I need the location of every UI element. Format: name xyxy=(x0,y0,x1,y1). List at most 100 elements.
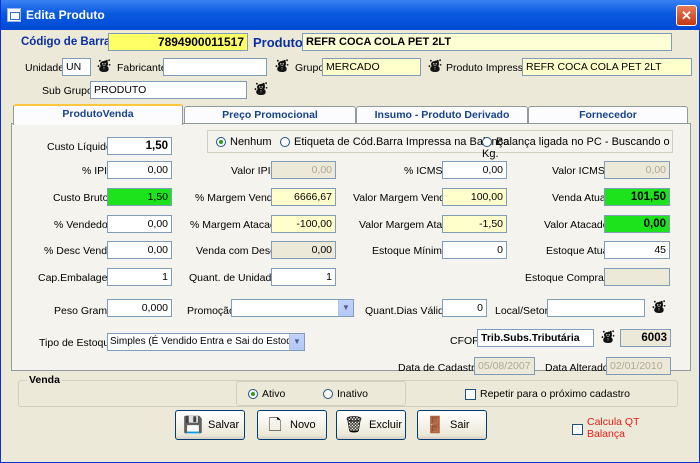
custo-bruto-label: Custo Bruto xyxy=(53,192,109,204)
group-field[interactable]: MERCADO xyxy=(322,58,421,76)
window-icon xyxy=(7,8,21,22)
data-alterado-label: Data Alterado xyxy=(545,362,609,374)
valor-ipi-field[interactable]: 0,00 xyxy=(271,161,336,179)
barcode-label: Código de Barra xyxy=(21,36,111,48)
peso-grama-label: Peso Grama xyxy=(54,305,113,317)
estoque-atual-label: Estoque Atual xyxy=(546,245,611,257)
promocao-label: Promoção xyxy=(187,305,235,317)
local-setor-field[interactable] xyxy=(547,299,645,317)
desc-venda-label: % Desc Venda xyxy=(44,245,113,257)
tipo-estoque-select[interactable]: Simples (É Vendido Entra e Sai do Estoqu… xyxy=(107,333,305,351)
radio-balanca-pc[interactable]: Balança ligada no PC - Buscando o Kg. xyxy=(482,136,672,160)
data-cadastro-field[interactable]: 05/08/2007 xyxy=(474,357,535,375)
quant-unidade-field[interactable]: 1 xyxy=(271,268,336,286)
radio-checked-icon xyxy=(248,389,258,400)
blank-page-icon: 🗋 xyxy=(268,417,282,434)
valor-margem-venda-label: Valor Margem Venda xyxy=(353,192,451,204)
search-cfop-binoculars-icon[interactable]: ⛇ xyxy=(597,328,619,348)
title-bar[interactable]: Edita Produto ✕ xyxy=(1,0,700,30)
radio-etiqueta-label: Etiqueta de Cód.Barra Impressa na Balanç… xyxy=(294,136,510,148)
radio-inativo[interactable]: Inativo xyxy=(323,388,368,400)
print-name-field[interactable]: REFR COCA COLA PET 2LT xyxy=(522,58,692,76)
calcula-qt-label: Calcula QT Balança xyxy=(587,416,640,440)
radio-nenhum-label: Nenhum xyxy=(230,136,272,148)
radio-ativo[interactable]: Ativo xyxy=(248,388,285,400)
calcula-qt-checkbox[interactable] xyxy=(572,424,583,435)
margem-atacado-field[interactable]: -100,00 xyxy=(271,215,336,233)
icms-field[interactable]: 0,00 xyxy=(442,161,507,179)
estoque-comprado-label: Estoque Comprado xyxy=(525,272,616,284)
tab-strip: ProdutoVenda Preço Promocional Insumo - … xyxy=(11,104,691,125)
venda-com-desc-label: Venda com Desc. xyxy=(196,245,279,257)
search-unit-binoculars-icon[interactable]: ⛇ xyxy=(93,57,115,77)
barcode-field[interactable]: 7894900011517 xyxy=(108,33,248,51)
venda-atual-label: Venda Atual xyxy=(552,192,609,204)
search-group-binoculars-icon[interactable]: ⛇ xyxy=(424,57,446,77)
calcula-qt-line2: Balança xyxy=(587,428,625,440)
ipi-label: % IPI xyxy=(82,165,108,177)
save-button-label: Salvar xyxy=(208,419,240,431)
unit-label: Unidade xyxy=(25,62,65,74)
promocao-select[interactable]: ▼ xyxy=(231,299,354,317)
radio-etiqueta[interactable]: Etiqueta de Cód.Barra Impressa na Balanç… xyxy=(280,136,509,148)
dropdown-arrow-icon[interactable]: ▼ xyxy=(338,300,353,316)
dropdown-arrow-icon[interactable]: ▼ xyxy=(289,334,304,350)
venda-atual-field[interactable]: 101,50 xyxy=(604,188,670,206)
group-label: Grupo xyxy=(295,62,325,74)
peso-grama-field[interactable]: 0,000 xyxy=(107,299,172,317)
tab-fornecedor[interactable]: Fornecedor xyxy=(528,106,688,124)
save-button[interactable]: 💾 Salvar xyxy=(175,410,245,440)
tab-produto-venda[interactable]: ProdutoVenda xyxy=(13,104,183,125)
exit-button[interactable]: 🚪 Sair xyxy=(417,410,487,440)
estoque-comprado-field[interactable] xyxy=(604,268,670,286)
exit-button-label: Sair xyxy=(450,419,470,431)
cap-embalagem-field[interactable]: 1 xyxy=(107,268,172,286)
checkbox-icon xyxy=(465,388,476,400)
search-subgroup-binoculars-icon[interactable]: ⛇ xyxy=(250,80,272,100)
quant-unidade-label: Quant. de Unidade xyxy=(189,272,278,284)
venda-group-title: Venda xyxy=(27,374,62,386)
custo-liquido-field[interactable]: 1,50 xyxy=(107,137,172,155)
subgroup-label: Sub Grupo xyxy=(42,85,93,97)
valor-atacado-field[interactable]: 0,00 xyxy=(604,215,670,233)
valor-margem-atac-label: Valor Margem Atac xyxy=(359,219,448,231)
repetir-checkbox[interactable]: Repetir para o próximo cadastro xyxy=(465,388,630,400)
ipi-field[interactable]: 0,00 xyxy=(107,161,172,179)
radio-ativo-label: Ativo xyxy=(262,388,286,400)
local-setor-label: Local/Setor xyxy=(495,305,549,317)
quant-dias-field[interactable]: 0 xyxy=(442,299,487,317)
tab-insumo-produto-derivado[interactable]: Insumo - Produto Derivado xyxy=(356,106,528,124)
tab-preco-promocional[interactable]: Preço Promocional xyxy=(184,106,356,124)
data-alterado-field[interactable]: 02/01/2010 xyxy=(606,357,671,375)
estoque-atual-field[interactable]: 45 xyxy=(604,241,670,259)
valor-margem-venda-field[interactable]: 100,00 xyxy=(442,188,507,206)
unit-field[interactable]: UN xyxy=(62,58,91,76)
new-button-label: Novo xyxy=(290,419,316,431)
radio-nenhum[interactable]: Nenhum xyxy=(216,136,272,148)
maker-field[interactable] xyxy=(163,58,267,76)
cfop-code-field[interactable]: 6003 xyxy=(620,329,671,347)
radio-unchecked-icon xyxy=(482,137,492,148)
product-name-field[interactable]: REFR COCA COLA PET 2LT xyxy=(302,33,672,51)
calcula-qt-line1: Calcula QT xyxy=(587,416,640,428)
custo-bruto-field[interactable]: 1,50 xyxy=(107,188,172,206)
floppy-disk-icon: 💾 xyxy=(183,417,203,434)
valor-margem-atac-field[interactable]: -1,50 xyxy=(442,215,507,233)
estoque-minimo-field[interactable]: 0 xyxy=(442,241,507,259)
desc-venda-field[interactable]: 0,00 xyxy=(107,241,172,259)
cfop-label: CFOP xyxy=(450,335,480,347)
new-button[interactable]: 🗋 Novo xyxy=(257,410,327,440)
search-local-binoculars-icon[interactable]: ⛇ xyxy=(648,298,670,318)
subgroup-field[interactable]: PRODUTO xyxy=(90,81,247,99)
cfop-field[interactable]: Trib.Subs.Tributária xyxy=(477,329,594,347)
delete-button[interactable]: 🗑 Excluir xyxy=(336,410,406,440)
delete-button-label: Excluir xyxy=(369,419,403,431)
margem-venda-field[interactable]: 6666,67 xyxy=(271,188,336,206)
close-button[interactable]: ✕ xyxy=(676,5,697,26)
valor-icms-field[interactable]: 0,00 xyxy=(604,161,670,179)
vendedor-field[interactable]: 0,00 xyxy=(107,215,172,233)
product-label: Produto xyxy=(253,35,303,50)
venda-com-desc-field[interactable]: 0,00 xyxy=(271,241,336,259)
radio-balanca-pc-label: Balança ligada no PC - Buscando o Kg. xyxy=(482,136,670,160)
search-maker-binoculars-icon[interactable]: ⛇ xyxy=(271,57,293,77)
